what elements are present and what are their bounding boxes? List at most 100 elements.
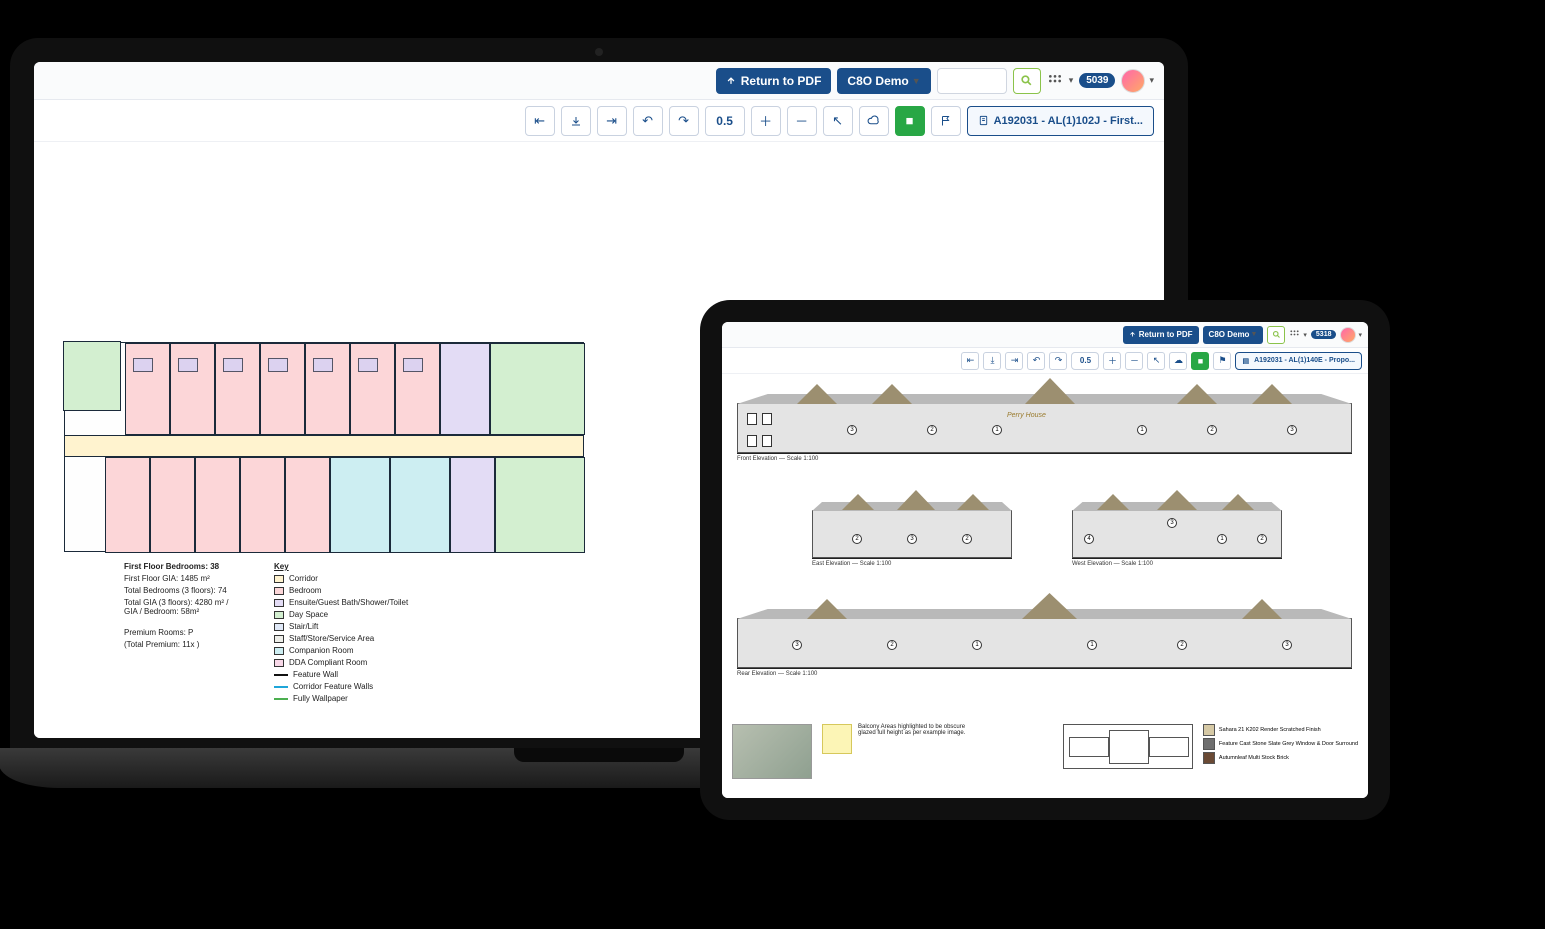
marker-tool-button[interactable]: ■	[895, 106, 925, 136]
first-page-button[interactable]: ⇤	[525, 106, 555, 136]
tablet-app: Return to PDF C8O Demo ▼ ▾ 5318 ▾ ⇤⤓⇥ ↶↷…	[722, 322, 1368, 798]
document-label: A192031 - AL(1)140E - Propo...	[1254, 357, 1355, 364]
flag-tool-button[interactable]: ⚑	[1213, 352, 1231, 370]
notification-badge[interactable]: 5318	[1311, 330, 1337, 339]
chevron-down-icon: ▾	[1069, 75, 1074, 86]
elev-scale: Scale 1:100	[786, 671, 818, 677]
first-page-button[interactable]: ⇤	[961, 352, 979, 370]
tablet-device: Return to PDF C8O Demo ▼ ▾ 5318 ▾ ⇤⤓⇥ ↶↷…	[700, 300, 1390, 820]
zoom-in-button[interactable]: ＋	[1103, 352, 1121, 370]
return-to-pdf-button[interactable]: Return to PDF	[716, 68, 832, 94]
floor-info: First Floor Bedrooms: 38 First Floor GIA…	[124, 562, 244, 703]
info-line: Total GIA (3 floors): 4280 m² / GIA / Be…	[124, 598, 244, 616]
upload-icon	[726, 76, 736, 86]
project-dropdown-label: C8O Demo	[1209, 330, 1250, 339]
chevron-down-icon: ▼	[1250, 331, 1257, 338]
chevron-down-icon: ▾	[1358, 331, 1362, 339]
return-to-pdf-button[interactable]: Return to PDF	[1123, 326, 1199, 344]
swatch-label: Feature Cast Stone Slate Grey Window & D…	[1219, 741, 1358, 747]
floor-plan-drawing	[64, 342, 584, 552]
swatch-label: Sahara 21 K202 Render Scratched Finish	[1219, 727, 1321, 733]
rotate-left-button[interactable]: ↶	[633, 106, 663, 136]
material-swatches: Sahara 21 K202 Render Scratched Finish F…	[1203, 724, 1358, 764]
floor-plan-legend: First Floor Bedrooms: 38 First Floor GIA…	[124, 562, 408, 703]
top-bar: Return to PDF C8O Demo ▼ ▾ 5039 ▾	[34, 62, 1164, 100]
elev-scale: Scale 1:100	[1121, 561, 1153, 567]
return-to-pdf-label: Return to PDF	[1139, 330, 1193, 339]
project-dropdown-label: C8O Demo	[847, 74, 908, 88]
legend-label: Staff/Store/Service Area	[289, 634, 374, 643]
zoom-out-button[interactable]: －	[787, 106, 817, 136]
elev-scale: Scale 1:100	[787, 456, 819, 462]
drawing-toolbar: ⇤⤓⇥ ↶↷ 0.5 ＋－ ↖☁■⚑ ▤ A192031 - AL(1)140E…	[722, 348, 1368, 374]
info-line: Premium Rooms: P	[124, 628, 244, 637]
info-line: First Floor GIA: 1485 m²	[124, 574, 244, 583]
drawing-canvas[interactable]: 1 2 3 1 2 3 Perry House Front Elevation …	[722, 374, 1368, 798]
avatar[interactable]	[1121, 69, 1145, 93]
balcony-note: Balcony Areas highlighted to be obscure …	[858, 724, 968, 736]
legend-title: Key	[274, 562, 408, 571]
chevron-down-icon: ▼	[912, 76, 921, 86]
rear-elevation: 3 2 1 1 2 3 Rear Elevation — Scale 1:100	[737, 599, 1352, 677]
legend-key: Key Corridor Bedroom Ensuite/Guest Bath/…	[274, 562, 408, 703]
rotate-right-button[interactable]: ↷	[669, 106, 699, 136]
flag-tool-button[interactable]	[931, 106, 961, 136]
arrow-tool-button[interactable]: ↖	[823, 106, 853, 136]
info-line: First Floor Bedrooms: 38	[124, 562, 244, 571]
top-bar: Return to PDF C8O Demo ▼ ▾ 5318 ▾	[722, 322, 1368, 348]
last-page-button[interactable]: ⇥	[1005, 352, 1023, 370]
zoom-out-button[interactable]: －	[1125, 352, 1143, 370]
arrow-tool-button[interactable]: ↖	[1147, 352, 1165, 370]
chevron-down-icon: ▾	[1303, 331, 1307, 339]
document-icon	[978, 115, 989, 126]
avatar[interactable]	[1340, 327, 1356, 343]
project-dropdown-button[interactable]: C8O Demo ▼	[837, 68, 930, 94]
info-line: (Total Premium: 11x )	[124, 640, 244, 649]
apps-icon[interactable]	[1289, 329, 1301, 341]
west-elevation: 4 3 1 2 West Elevation — Scale 1:100	[1072, 494, 1282, 567]
elev-title: Front Elevation	[737, 456, 777, 462]
legend-label: Corridor	[289, 574, 318, 583]
cloud-tool-button[interactable]: ☁	[1169, 352, 1187, 370]
swatch-label: Autumnleaf Multi Stock Brick	[1219, 755, 1289, 761]
document-selector[interactable]: A192031 - AL(1)102J - First...	[967, 106, 1154, 136]
zoom-in-button[interactable]: ＋	[751, 106, 781, 136]
legend-label: Day Space	[289, 610, 328, 619]
highlight-swatch	[822, 724, 852, 754]
document-selector[interactable]: ▤ A192031 - AL(1)140E - Propo...	[1235, 352, 1362, 370]
apps-icon[interactable]	[1047, 72, 1065, 90]
search-button[interactable]	[1013, 68, 1041, 94]
download-icon[interactable]: ⤓	[983, 352, 1001, 370]
cloud-tool-button[interactable]	[859, 106, 889, 136]
elev-scale: Scale 1:100	[860, 561, 892, 567]
last-page-button[interactable]: ⇥	[597, 106, 627, 136]
notification-badge[interactable]: 5039	[1079, 73, 1115, 88]
rotate-left-button[interactable]: ↶	[1027, 352, 1045, 370]
east-elevation: 2 3 2 East Elevation — Scale 1:100	[812, 494, 1012, 567]
camera-icon	[595, 48, 603, 56]
zoom-value[interactable]: 0.5	[705, 106, 745, 136]
legend-label: Fully Wallpaper	[293, 694, 348, 703]
legend-label: Stair/Lift	[289, 622, 318, 631]
rotate-group: ↶ ↷	[633, 106, 699, 136]
elev-title: Rear Elevation	[737, 671, 776, 677]
mini-roof-plan	[1063, 724, 1193, 769]
download-icon[interactable]	[561, 106, 591, 136]
annotate-group: ↖ ■	[823, 106, 961, 136]
building-name-label: Perry House	[1007, 412, 1046, 419]
rotate-right-button[interactable]: ↷	[1049, 352, 1067, 370]
legend-label: Companion Room	[289, 646, 353, 655]
zoom-group: ＋ －	[751, 106, 817, 136]
drawing-footer: Balcony Areas highlighted to be obscure …	[732, 724, 1358, 794]
document-icon: ▤	[1242, 357, 1249, 365]
legend-label: Corridor Feature Walls	[293, 682, 373, 691]
marker-tool-button[interactable]: ■	[1191, 352, 1209, 370]
project-dropdown-button[interactable]: C8O Demo ▼	[1203, 326, 1264, 344]
search-input[interactable]	[937, 68, 1007, 94]
elev-title: East Elevation	[812, 561, 850, 567]
chevron-down-icon: ▾	[1149, 75, 1154, 86]
search-button[interactable]	[1267, 326, 1285, 344]
legend-label: DDA Compliant Room	[289, 658, 367, 667]
drawing-toolbar: ⇤ ⇥ ↶ ↷ 0.5 ＋ － ↖	[34, 100, 1164, 142]
zoom-value[interactable]: 0.5	[1071, 352, 1099, 370]
